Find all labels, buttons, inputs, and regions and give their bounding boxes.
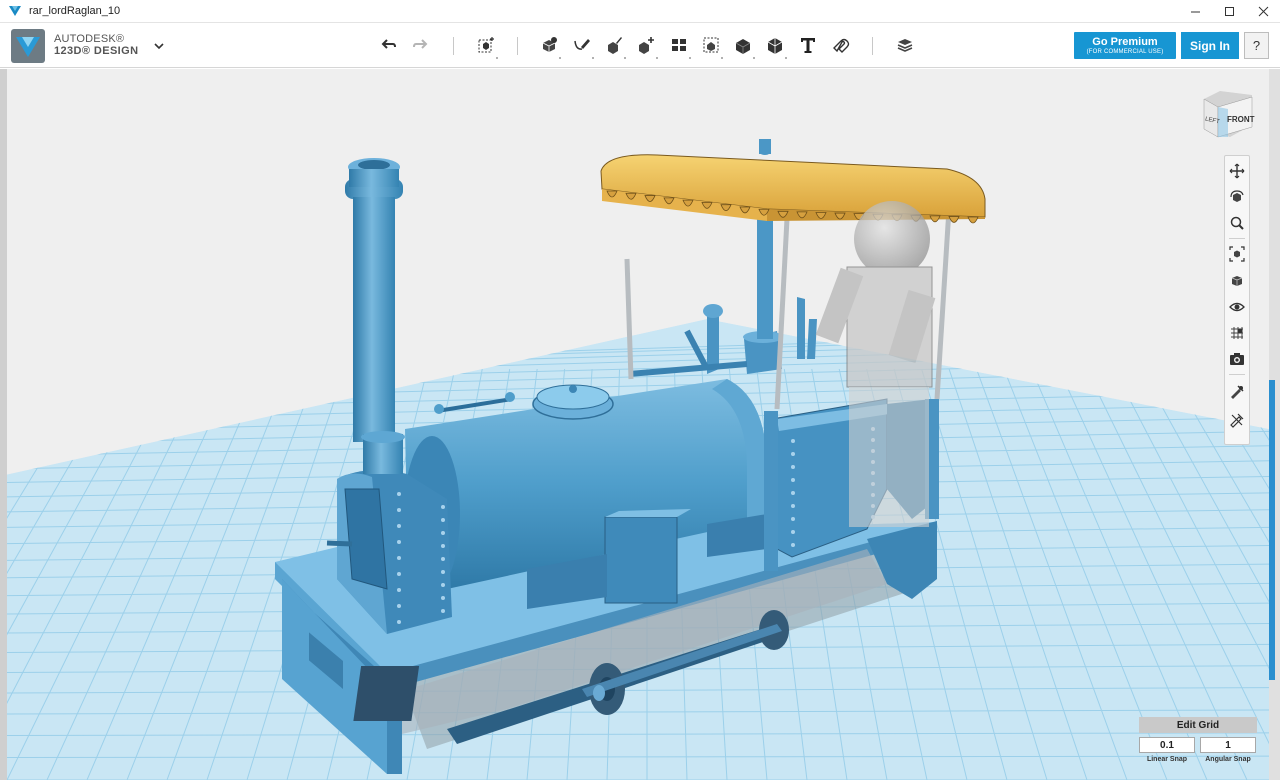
viewcube-front-label[interactable]: FRONT — [1227, 115, 1255, 124]
snap-icon-a — [1231, 385, 1244, 399]
redo-button[interactable] — [407, 33, 433, 57]
toolbar-separator — [872, 37, 873, 55]
views-button[interactable] — [1228, 272, 1246, 290]
snap-tool-b-button[interactable] — [1228, 411, 1246, 429]
text-icon — [801, 38, 815, 53]
transform-button[interactable] — [473, 33, 499, 59]
close-button[interactable] — [1246, 0, 1280, 23]
go-premium-button[interactable]: Go Premium (FOR COMMERCIAL USE) — [1074, 32, 1176, 59]
fit-button[interactable] — [1228, 245, 1246, 263]
maximize-button[interactable] — [1212, 0, 1246, 23]
toolbar-separator — [517, 37, 518, 55]
brand-line1: AUTODESK® — [54, 33, 125, 45]
right-panel-tab[interactable] — [1269, 380, 1275, 680]
sketch-button[interactable] — [569, 33, 595, 59]
primitives-icon — [542, 37, 557, 52]
window-title: rar_lordRaglan_10 — [29, 5, 121, 17]
visibility-icon — [1229, 302, 1245, 312]
pattern-button[interactable] — [666, 33, 692, 59]
zoom-button[interactable] — [1228, 214, 1246, 232]
minimize-button[interactable] — [1178, 0, 1212, 23]
sketch-icon — [574, 39, 590, 50]
primitives-button[interactable] — [536, 33, 562, 59]
fit-icon — [1229, 246, 1245, 262]
close-icon — [1258, 6, 1268, 17]
navigation-bar — [1224, 155, 1250, 445]
minimize-icon — [1190, 11, 1200, 13]
camera-icon — [1230, 353, 1244, 365]
modify-icon — [639, 37, 654, 54]
snap-icon — [833, 38, 850, 53]
toolbar-separator — [453, 37, 454, 55]
pan-button[interactable] — [1228, 162, 1246, 180]
text-button[interactable] — [795, 33, 821, 57]
material-button[interactable] — [892, 33, 918, 57]
grid-toggle-icon — [1231, 327, 1243, 339]
go-premium-sublabel: (FOR COMMERCIAL USE) — [1086, 49, 1164, 55]
material-icon — [897, 39, 913, 52]
brand-line2: 123D® DESIGN — [54, 45, 139, 57]
redo-icon — [413, 39, 428, 49]
help-button[interactable]: ? — [1244, 32, 1269, 59]
undo-icon — [381, 39, 396, 49]
123d-logo-icon — [11, 29, 45, 63]
window-controls — [1178, 0, 1280, 23]
3d-viewport[interactable]: LEFT FRONT Edit Grid 0.1 1 Linear Snap A… — [7, 69, 1269, 780]
zoom-icon — [1230, 216, 1244, 230]
combine-button[interactable] — [730, 33, 756, 59]
sign-in-button[interactable]: Sign In — [1181, 32, 1239, 59]
angular-snap-field[interactable]: 1 — [1200, 737, 1256, 753]
screenshot-button[interactable] — [1228, 350, 1246, 368]
snap-tool-a-button[interactable] — [1228, 383, 1246, 401]
left-window-edge — [0, 69, 7, 780]
go-premium-label: Go Premium — [1092, 36, 1158, 48]
maximize-icon — [1224, 7, 1234, 16]
modify-button[interactable] — [633, 33, 659, 59]
measure-button[interactable] — [762, 33, 788, 59]
grid-toggle-button[interactable] — [1228, 324, 1246, 342]
pattern-icon — [672, 39, 686, 51]
group-icon — [703, 37, 719, 53]
orbit-button[interactable] — [1228, 188, 1246, 206]
linear-snap-field[interactable]: 0.1 — [1139, 737, 1195, 753]
model-scene[interactable] — [7, 69, 1269, 780]
pan-icon — [1229, 163, 1245, 179]
combine-icon — [735, 39, 751, 54]
navbar-separator — [1229, 238, 1245, 239]
navbar-separator — [1229, 374, 1245, 375]
linear-snap-label: Linear Snap — [1146, 756, 1188, 763]
angular-snap-label: Angular Snap — [1205, 756, 1251, 763]
app-logo-icon — [9, 6, 21, 16]
construct-icon — [608, 37, 622, 54]
visibility-button[interactable] — [1228, 298, 1246, 316]
orbit-icon — [1230, 190, 1244, 202]
views-icon — [1231, 276, 1243, 286]
group-button[interactable] — [698, 33, 724, 59]
snap-icon-b — [1230, 413, 1244, 428]
viewcube[interactable]: LEFT FRONT — [1200, 85, 1256, 141]
brand-name: AUTODESK® 123D® DESIGN — [54, 33, 138, 57]
transform-icon — [478, 37, 494, 53]
undo-button[interactable] — [376, 33, 402, 57]
chevron-down-icon[interactable] — [153, 41, 165, 51]
measure-icon — [767, 38, 783, 54]
edit-grid-button[interactable]: Edit Grid — [1139, 717, 1257, 733]
app-toolbar: AUTODESK® 123D® DESIGN Go Premium (FOR C… — [0, 23, 1280, 68]
snap-button[interactable] — [827, 33, 853, 57]
window-titlebar: rar_lordRaglan_10 — [0, 0, 1280, 23]
construct-button[interactable] — [601, 33, 627, 59]
